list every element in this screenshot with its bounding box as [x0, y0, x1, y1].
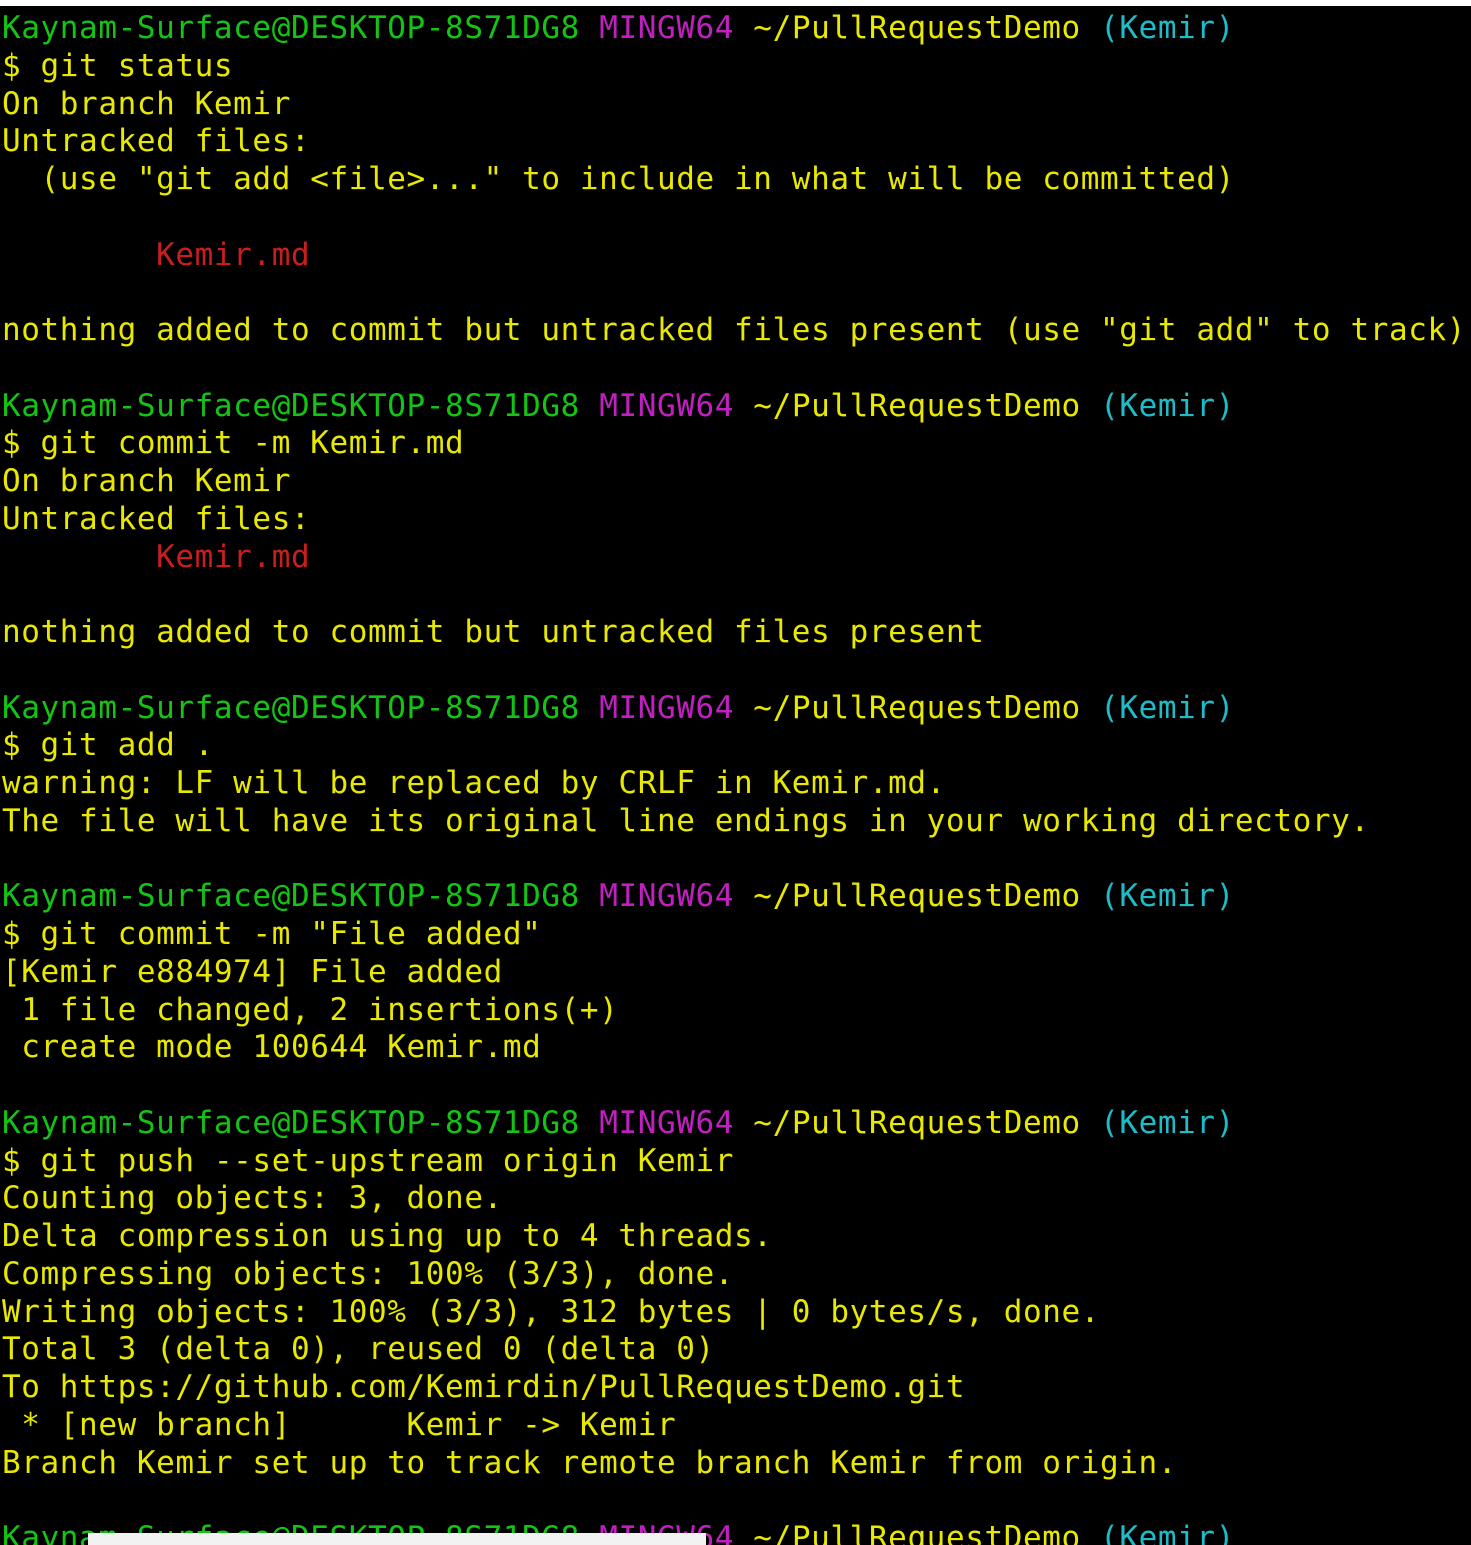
untracked-file-name: Kemir.md	[156, 236, 311, 273]
terminal-line: warning: LF will be replaced by CRLF in …	[2, 765, 1471, 803]
terminal-line: Total 3 (delta 0), reused 0 (delta 0)	[2, 1331, 1471, 1369]
terminal-output: Kaynam-Surface@DESKTOP-8S71DG8 MINGW64 ~…	[2, 10, 1471, 1545]
terminal-line: nothing added to commit but untracked fi…	[2, 614, 1471, 652]
prompt-user-host: Kaynam-Surface@DESKTOP-8S71DG8	[2, 387, 580, 424]
prompt-branch: (Kemir)	[1100, 10, 1235, 46]
prompt-shell: MINGW64	[599, 10, 735, 46]
prompt-branch: (Kemir)	[1100, 387, 1235, 424]
terminal-line: nothing added to commit but untracked fi…	[2, 312, 1471, 350]
prompt-shell: MINGW64	[599, 387, 735, 424]
command-text: $ git push --set-upstream origin Kemir	[2, 1142, 735, 1179]
terminal-line: Untracked files:	[2, 501, 1471, 539]
terminal-line: $ git commit -m Kemir.md	[2, 425, 1471, 463]
terminal-line: The file will have its original line end…	[2, 803, 1471, 841]
prompt-branch: (Kemir)	[1100, 878, 1235, 915]
output-text: ~/PullRequestDemo	[734, 10, 1101, 46]
command-text: $ git status	[2, 47, 234, 84]
output-text: Counting objects: 3, done.	[2, 1180, 503, 1217]
output-text: ~/PullRequestDemo	[734, 689, 1101, 726]
terminal-line: Kaynam-Surface@DESKTOP-8S71DG8 MINGW64 ~…	[2, 10, 1471, 48]
output-text: ~/PullRequestDemo	[734, 878, 1101, 915]
prompt-shell: MINGW64	[599, 1104, 735, 1141]
output-text: The file will have its original line end…	[2, 802, 1370, 839]
terminal-line: Delta compression using up to 4 threads.	[2, 1218, 1471, 1256]
output-text: nothing added to commit but untracked fi…	[2, 614, 985, 650]
output-text: Compressing objects: 100% (3/3), done.	[2, 1255, 735, 1292]
prompt-branch: (Kemir)	[1100, 1520, 1235, 1545]
terminal-line: (use "git add <file>..." to include in w…	[2, 161, 1471, 199]
terminal-line: Untracked files:	[2, 123, 1471, 161]
output-text: Writing objects: 100% (3/3), 312 bytes |…	[2, 1293, 1101, 1330]
terminal-line: Kemir.md	[2, 237, 1471, 275]
terminal-line: create mode 100644 Kemir.md	[2, 1029, 1471, 1067]
terminal-line: Kaynam-Surface@DESKTOP-8S71DG8 MINGW64 ~…	[2, 690, 1471, 728]
output-text: ~/PullRequestDemo	[734, 1520, 1101, 1545]
prompt-branch: (Kemir)	[1100, 689, 1235, 726]
output-text: (use "git add <file>..." to include in w…	[2, 161, 1235, 197]
terminal-line: On branch Kemir	[2, 86, 1471, 124]
terminal-line: $ git commit -m "File added"	[2, 916, 1471, 954]
prompt-shell: MINGW64	[599, 878, 735, 915]
terminal-line: [Kemir e884974] File added	[2, 954, 1471, 992]
terminal-line: Compressing objects: 100% (3/3), done.	[2, 1256, 1471, 1294]
output-text: create mode 100644 Kemir.md	[2, 1029, 542, 1066]
terminal-line: Counting objects: 3, done.	[2, 1180, 1471, 1218]
output-text: ~/PullRequestDemo	[734, 387, 1101, 424]
command-text: $ git commit -m Kemir.md	[2, 425, 465, 462]
untracked-file-name: Kemir.md	[156, 538, 311, 575]
command-text: $ git add .	[2, 727, 214, 764]
terminal-line: Kaynam-Surface@DESKTOP-8S71DG8 MINGW64 ~…	[2, 878, 1471, 916]
terminal-line: $ git status	[2, 48, 1471, 86]
terminal-line: $ git push --set-upstream origin Kemir	[2, 1143, 1471, 1181]
output-text: On branch Kemir	[2, 85, 291, 122]
output-text: [Kemir e884974] File added	[2, 953, 503, 990]
prompt-shell: MINGW64	[599, 689, 735, 726]
terminal-line: On branch Kemir	[2, 463, 1471, 501]
terminal-line: * [new branch] Kemir -> Kemir	[2, 1407, 1471, 1445]
output-text: warning: LF will be replaced by CRLF in …	[2, 765, 946, 801]
terminal-line: $ git add .	[2, 727, 1471, 765]
terminal-line: Kaynam-Surface@DESKTOP-8S71DG8 MINGW64 ~…	[2, 388, 1471, 426]
terminal-line: To https://github.com/Kemirdin/PullReque…	[2, 1369, 1471, 1407]
prompt-user-host: Kaynam-Surface@DESKTOP-8S71DG8	[2, 1104, 580, 1141]
prompt-user-host: Kaynam-Surface@DESKTOP-8S71DG8	[2, 10, 580, 46]
prompt-user-host: Kaynam-Surface@DESKTOP-8S71DG8	[2, 689, 580, 726]
terminal-window[interactable]: Kaynam-Surface@DESKTOP-8S71DG8 MINGW64 ~…	[0, 6, 1471, 1545]
output-text: nothing added to commit but untracked fi…	[2, 312, 1467, 348]
horizontal-scrollbar-thumb[interactable]	[88, 1533, 706, 1545]
output-text: Untracked files:	[2, 123, 311, 160]
output-text: Delta compression using up to 4 threads.	[2, 1218, 773, 1254]
terminal-line: Branch Kemir set up to track remote bran…	[2, 1445, 1471, 1483]
terminal-line: Kemir.md	[2, 539, 1471, 577]
output-text: Branch Kemir set up to track remote bran…	[2, 1444, 1178, 1481]
output-text: On branch Kemir	[2, 463, 291, 499]
output-text: Untracked files:	[2, 500, 311, 537]
terminal-line: Kaynam-Surface@DESKTOP-8S71DG8 MINGW64 ~…	[2, 1105, 1471, 1143]
command-text: $ git commit -m "File added"	[2, 916, 542, 952]
output-text: ~/PullRequestDemo	[734, 1104, 1101, 1141]
terminal-line: Writing objects: 100% (3/3), 312 bytes |…	[2, 1294, 1471, 1332]
output-text: Total 3 (delta 0), reused 0 (delta 0)	[2, 1331, 715, 1368]
terminal-line: 1 file changed, 2 insertions(+)	[2, 992, 1471, 1030]
prompt-branch: (Kemir)	[1100, 1104, 1235, 1141]
prompt-user-host: Kaynam-Surface@DESKTOP-8S71DG8	[2, 878, 580, 915]
output-text: * [new branch] Kemir -> Kemir	[2, 1406, 677, 1443]
output-text: 1 file changed, 2 insertions(+)	[2, 991, 619, 1028]
output-text: To https://github.com/Kemirdin/PullReque…	[2, 1369, 966, 1405]
